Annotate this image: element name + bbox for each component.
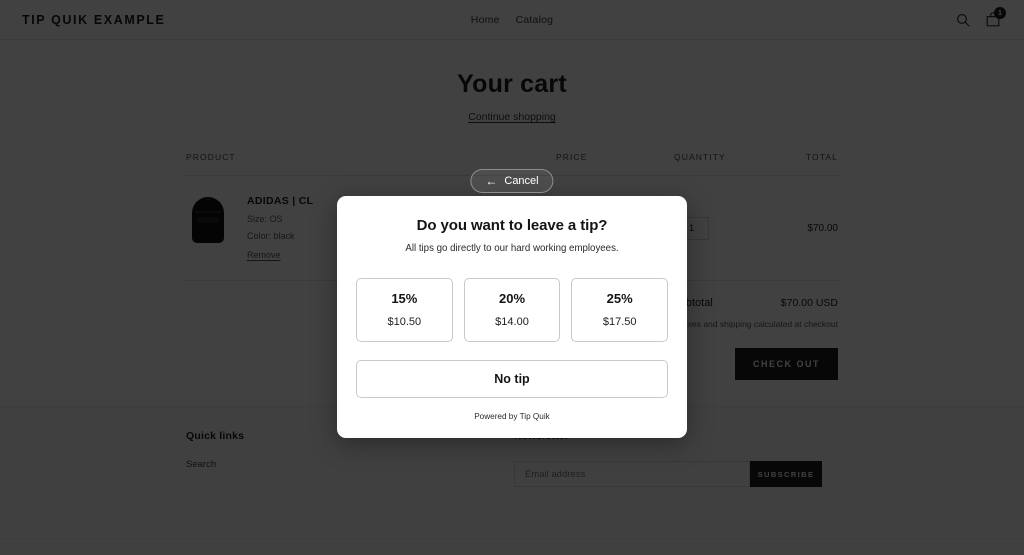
cancel-button[interactable]: ← Cancel xyxy=(470,169,554,193)
tip-option-15[interactable]: 15% $10.50 xyxy=(356,278,453,342)
tip-option-20[interactable]: 20% $14.00 xyxy=(463,278,561,342)
tip-option-amount: $17.50 xyxy=(602,316,637,328)
tip-option-25[interactable]: 25% $17.50 xyxy=(571,278,669,342)
cancel-button-label: Cancel xyxy=(504,175,539,187)
tip-option-amount: $10.50 xyxy=(387,316,422,328)
powered-by-label: Powered by Tip Quik xyxy=(474,412,550,421)
tip-modal-subtitle: All tips go directly to our hard working… xyxy=(405,243,619,254)
tip-modal: Do you want to leave a tip? All tips go … xyxy=(337,196,687,438)
tip-option-percent: 15% xyxy=(391,291,418,306)
tip-modal-title: Do you want to leave a tip? xyxy=(416,217,608,234)
tip-option-amount: $14.00 xyxy=(495,316,529,328)
no-tip-button[interactable]: No tip xyxy=(356,360,668,398)
tip-options: 15% $10.50 20% $14.00 25% $17.50 xyxy=(356,278,669,342)
tip-option-percent: 25% xyxy=(606,291,633,306)
tip-option-percent: 20% xyxy=(498,291,526,306)
arrow-left-icon: ← xyxy=(485,174,498,188)
